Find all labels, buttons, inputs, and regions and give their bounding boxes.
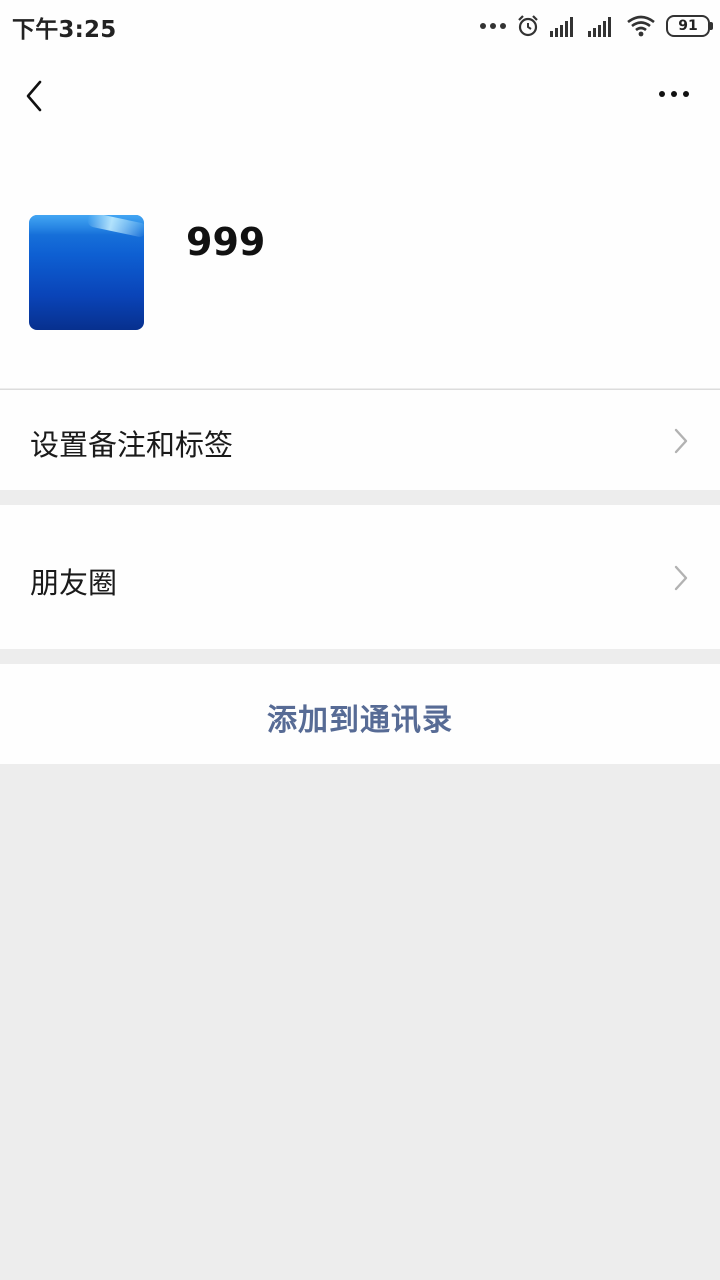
alarm-icon <box>518 15 538 37</box>
chevron-left-icon <box>26 80 42 112</box>
back-button[interactable] <box>18 74 58 118</box>
chevron-right-icon <box>674 428 688 454</box>
status-icons: 91 <box>480 12 713 40</box>
status-time: 下午3:25 <box>12 17 117 43</box>
row-label: 设置备注和标签 <box>30 428 234 462</box>
profile-name: 999 <box>186 220 266 264</box>
chevron-right-icon <box>674 565 688 591</box>
row-label: 朋友圈 <box>30 566 118 600</box>
more-button[interactable] <box>654 82 694 106</box>
more-dots-icon <box>659 91 665 97</box>
add-to-contacts-button[interactable]: 添加到通讯录 <box>0 664 720 764</box>
profile-header: 999 <box>0 52 720 388</box>
status-bar: 下午3:25 91 <box>0 0 720 52</box>
wifi-icon <box>627 15 655 37</box>
set-remark-and-tags-row[interactable]: 设置备注和标签 <box>0 389 720 490</box>
moments-row[interactable]: 朋友圈 <box>0 505 720 649</box>
avatar[interactable] <box>29 215 144 330</box>
more-dots-icon <box>480 23 506 29</box>
signal-icon <box>588 17 611 37</box>
signal-icon <box>550 17 573 37</box>
add-to-contacts-label: 添加到通讯录 <box>267 703 453 738</box>
battery-icon: 91 <box>666 15 713 37</box>
